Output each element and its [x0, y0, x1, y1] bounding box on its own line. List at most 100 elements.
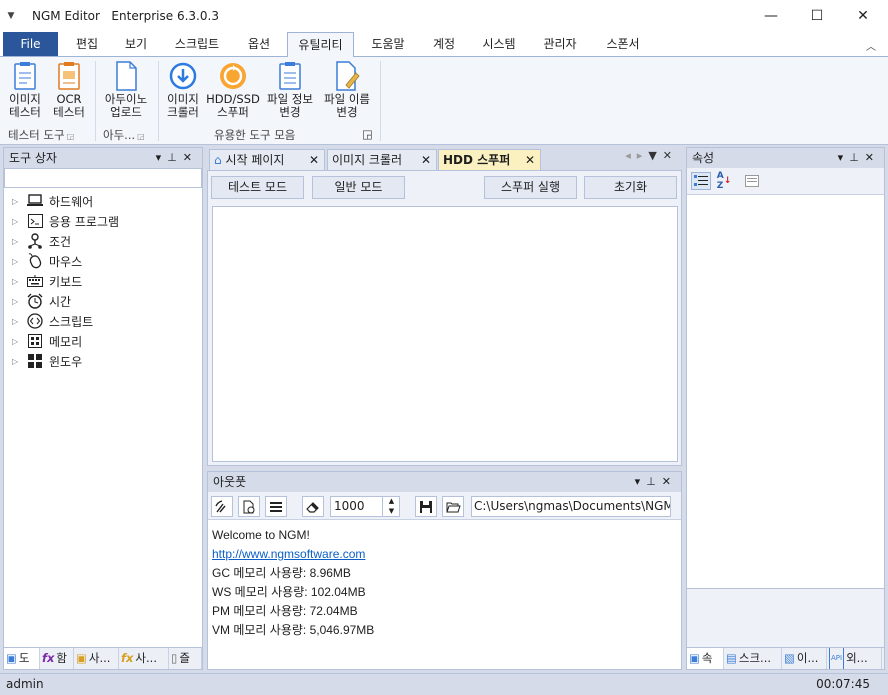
tab-scroll-left-icon[interactable]: ◂ — [625, 149, 637, 162]
tab-close-icon[interactable]: ✕ — [525, 150, 535, 171]
tab-toolbox[interactable]: ▣ 도 — [4, 648, 40, 669]
menu-options[interactable]: 옵션 — [236, 32, 282, 57]
toolbox-icon: ▣ — [6, 651, 17, 665]
tab-list-icon[interactable]: ▼ — [648, 149, 662, 162]
panel-dropdown-icon[interactable]: ▾ — [838, 151, 850, 164]
expand-arrow-icon[interactable]: ▷ — [12, 257, 22, 266]
quick-access-dropdown-icon[interactable]: ▼ — [0, 11, 22, 21]
spin-down-icon[interactable]: ▼ — [383, 506, 400, 516]
pin-icon[interactable]: ⊥ — [167, 151, 183, 164]
expand-arrow-icon[interactable]: ▷ — [12, 197, 22, 206]
file-menu[interactable]: File — [3, 32, 58, 56]
tab-start-page[interactable]: ⌂ 시작 페이지 ✕ — [209, 149, 325, 170]
reset-button[interactable]: 초기화 — [584, 176, 677, 199]
tree-item-hardware[interactable]: ▷ 하드웨어 — [4, 191, 200, 211]
tree-item-script[interactable]: ▷ 스크립트 — [4, 311, 200, 331]
log-path-input[interactable]: C:\Users\ngmas\Documents\NGM6\ — [471, 496, 671, 517]
expand-arrow-icon[interactable]: ▷ — [12, 297, 22, 306]
menu-script[interactable]: 스크립트 — [162, 32, 232, 57]
tab-functions[interactable]: fx 함 — [40, 648, 74, 669]
properties-toolbar: A Z ↓ — [687, 168, 884, 195]
expand-arrow-icon[interactable]: ▷ — [12, 317, 22, 326]
tree-item-condition[interactable]: ▷ 조건 — [4, 231, 200, 251]
group-launcher-icon[interactable]: ◲ — [362, 127, 373, 141]
minimize-button[interactable]: — — [748, 0, 794, 32]
tree-item-window[interactable]: ▷ 윈도우 — [4, 351, 200, 371]
ribbon-collapse-icon[interactable]: ︿ — [866, 38, 876, 53]
panel-close-icon[interactable]: ✕ — [662, 475, 677, 488]
tab-close-icon[interactable]: ✕ — [421, 150, 431, 171]
tree-item-time[interactable]: ▷ 시간 — [4, 291, 200, 311]
list-view-icon[interactable] — [265, 496, 287, 517]
tab-scroll-right-icon[interactable]: ▸ — [637, 149, 649, 162]
image-tester-button[interactable]: 이미지 테스터 — [5, 61, 45, 119]
ocr-tester-button[interactable]: OCR 테스터 — [48, 61, 90, 119]
hdd-spoofer-button[interactable]: HDD/SSD 스푸퍼 — [205, 61, 261, 119]
log-file-icon[interactable] — [238, 496, 260, 517]
panel-close-icon[interactable]: ✕ — [183, 151, 198, 164]
toolbox-search-input[interactable] — [4, 168, 202, 188]
menu-edit[interactable]: 편집 — [62, 32, 112, 57]
test-mode-button[interactable]: 테스트 모드 — [211, 176, 304, 199]
expand-arrow-icon[interactable]: ▷ — [12, 337, 22, 346]
categorized-icon[interactable] — [691, 172, 711, 190]
file-rename-button[interactable]: 파일 이름 변경 — [318, 61, 376, 119]
normal-mode-button[interactable]: 일반 모드 — [312, 176, 405, 199]
tab-image-crawler[interactable]: 이미지 크롤러 ✕ — [327, 149, 437, 170]
tree-item-memory[interactable]: ▷ 메모리 — [4, 331, 200, 351]
group-launcher-icon[interactable]: ◲ — [67, 132, 75, 141]
eraser-icon[interactable] — [302, 496, 324, 517]
ribbon-group-tester: 테스터 도구 ◲ — [8, 128, 75, 142]
panel-dropdown-icon[interactable]: ▾ — [635, 475, 647, 488]
ribbon-group-arduino: 아두... ◲ — [103, 128, 145, 142]
tab-user-tools[interactable]: ▣ 사... — [74, 648, 119, 669]
pin-icon[interactable]: ⊥ — [849, 151, 865, 164]
menu-help[interactable]: 도움말 — [358, 32, 418, 57]
expand-arrow-icon[interactable]: ▷ — [12, 237, 22, 246]
tab-properties[interactable]: ▣ 속 — [687, 648, 724, 669]
close-button[interactable]: ✕ — [840, 0, 886, 32]
website-link[interactable]: http://www.ngmsoftware.com — [212, 545, 374, 564]
property-pages-icon[interactable] — [743, 172, 761, 190]
expand-arrow-icon[interactable]: ▷ — [12, 217, 22, 226]
menu-admin[interactable]: 관리자 — [530, 32, 590, 57]
file-info-change-button[interactable]: 파일 정보 변경 — [262, 61, 318, 119]
tree-item-mouse[interactable]: ▷ 마우스 — [4, 251, 200, 271]
save-icon[interactable] — [415, 496, 437, 517]
folder-open-icon[interactable] — [442, 496, 464, 517]
expand-arrow-icon[interactable]: ▷ — [12, 277, 22, 286]
panel-close-icon[interactable]: ✕ — [865, 151, 880, 164]
clean-icon[interactable] — [211, 496, 233, 517]
document-icon: ▯ — [171, 651, 178, 665]
expand-arrow-icon[interactable]: ▷ — [12, 357, 22, 366]
pin-icon[interactable]: ⊥ — [646, 475, 662, 488]
menu-account[interactable]: 계정 — [420, 32, 468, 57]
spin-up-icon[interactable]: ▲ — [383, 496, 400, 506]
menu-sponsor[interactable]: 스폰서 — [592, 32, 654, 57]
menu-view[interactable]: 보기 — [112, 32, 160, 57]
image-tester-icon — [9, 61, 41, 91]
image-crawler-button[interactable]: 이미지 크롤러 — [163, 61, 203, 119]
tab-favorites[interactable]: ▯ 즐 — [169, 648, 202, 669]
spoofer-content-area[interactable] — [212, 206, 678, 462]
tab-hdd-spoofer[interactable]: HDD 스푸퍼 ✕ — [438, 149, 541, 170]
tab-close-icon[interactable]: ✕ — [309, 150, 319, 171]
sort-alpha-icon[interactable]: A Z ↓ — [714, 171, 734, 191]
ribbon: 이미지 테스터 OCR 테스터 아두이노 업로드 이미지 크롤러 HDD/SSD… — [0, 57, 888, 145]
menu-utility[interactable]: 유틸리티 — [287, 32, 354, 57]
group-launcher-icon[interactable]: ◲ — [137, 132, 145, 141]
run-spoofer-button[interactable]: 스푸퍼 실행 — [484, 176, 577, 199]
document-close-icon[interactable]: ✕ — [663, 149, 678, 162]
tab-script-explorer[interactable]: ▤ 스크... — [724, 648, 782, 669]
tree-item-keyboard[interactable]: ▷ 키보드 — [4, 271, 200, 291]
tab-user-functions[interactable]: fx 사... — [119, 648, 169, 669]
window-title: NGM Editor Enterprise 6.3.0.3 — [32, 9, 219, 23]
interval-spinner[interactable]: ▲ ▼ — [382, 496, 400, 517]
tab-images[interactable]: ▧ 이... — [782, 648, 827, 669]
menu-system[interactable]: 시스템 — [470, 32, 528, 57]
maximize-button[interactable]: ☐ — [794, 0, 840, 32]
tab-external-api[interactable]: API 외... — [827, 648, 882, 669]
tree-item-application[interactable]: ▷ 응용 프로그램 — [4, 211, 200, 231]
arduino-upload-button[interactable]: 아두이노 업로드 — [99, 61, 153, 119]
panel-dropdown-icon[interactable]: ▾ — [156, 151, 168, 164]
